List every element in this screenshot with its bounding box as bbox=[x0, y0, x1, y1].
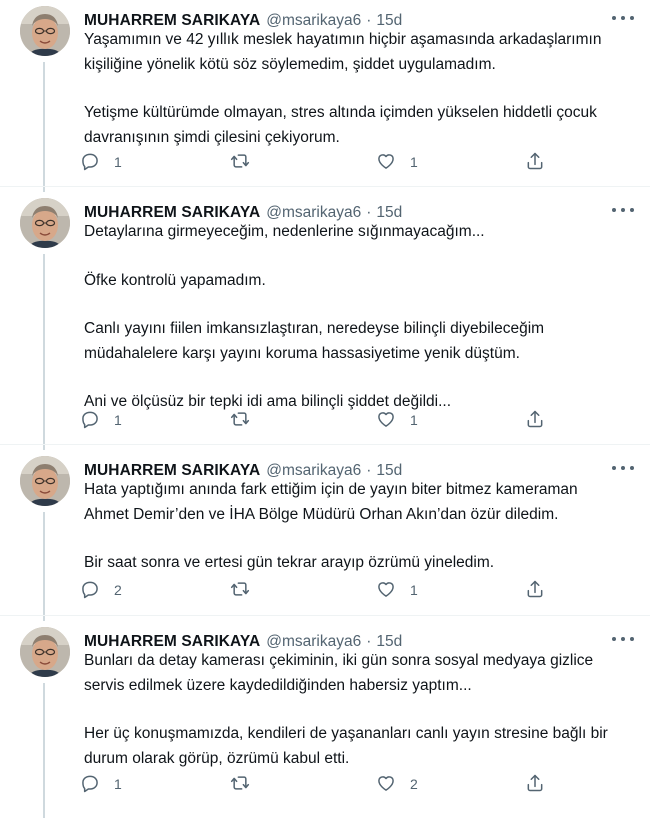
heart-icon bbox=[376, 151, 396, 174]
avatar[interactable] bbox=[20, 456, 70, 506]
tweet[interactable]: MUHARREM SARIKAYA @msarikaya6 · 15d Yaşamımı… bbox=[0, 6, 650, 180]
retweet-button[interactable] bbox=[230, 408, 264, 432]
reply-icon bbox=[80, 409, 100, 432]
tweet-line: durum olarak görüp, özrümü kabul etti. bbox=[84, 749, 350, 767]
tweet-line: Yetişme kültürümde olmayan, stres altınd… bbox=[84, 104, 597, 121]
retweet-button[interactable] bbox=[230, 772, 264, 796]
heart-icon bbox=[376, 773, 396, 796]
tweet-text: Yaşamımın ve 42 yıllık meslek hayatımın … bbox=[84, 28, 630, 150]
retweet-button[interactable] bbox=[230, 578, 264, 602]
share-button[interactable] bbox=[525, 150, 545, 174]
tweet-divider bbox=[0, 444, 650, 445]
tweet-actions: 11 bbox=[80, 408, 550, 432]
tweet-paragraph: Yetişme kültürümde olmayan, stres altınd… bbox=[84, 101, 630, 150]
tweet-line: Ahmet Demir’den ve İHA Bölge Müdürü Orha… bbox=[84, 505, 559, 523]
reply-button[interactable]: 2 bbox=[80, 578, 122, 602]
retweet-icon bbox=[230, 773, 250, 796]
tweet-paragraph: Yaşamımın ve 42 yıllık meslek hayatımın … bbox=[84, 28, 630, 77]
tweet-paragraph: Öfke kontrolü yapamadım. bbox=[84, 269, 630, 294]
tweet-line: Bir saat sonra ve ertesi gün tekrar aray… bbox=[84, 554, 495, 571]
share-icon bbox=[525, 773, 545, 796]
tweet-actions: 21 bbox=[80, 578, 550, 602]
avatar[interactable] bbox=[20, 6, 70, 56]
share-icon bbox=[525, 409, 545, 432]
tweet-paragraph: Hata yaptığımı anında fark ettiğim için … bbox=[84, 478, 630, 527]
tweet-line: Canlı yayını fiilen imkansızlaştıran, ne… bbox=[84, 320, 545, 337]
like-count: 1 bbox=[410, 412, 418, 428]
like-button[interactable]: 1 bbox=[376, 578, 418, 602]
share-button[interactable] bbox=[525, 772, 545, 796]
more-icon[interactable] bbox=[612, 202, 634, 218]
tweet-paragraph: Her üç konuşmamızda, kendileri de yaşana… bbox=[84, 722, 630, 771]
reply-button[interactable]: 1 bbox=[80, 150, 122, 174]
retweet-icon bbox=[230, 579, 250, 602]
tweet-line: kişiliğine yönelik kötü söz söylemedim, … bbox=[84, 55, 496, 73]
tweet-line: müdahalelere karşı yayını koruma hassasi… bbox=[84, 344, 520, 362]
tweet-text: Hata yaptığımı anında fark ettiğim için … bbox=[84, 478, 630, 576]
tweet[interactable]: MUHARREM SARIKAYA @msarikaya6 · 15d Bunları … bbox=[0, 627, 650, 802]
tweet-paragraph: Bir saat sonra ve ertesi gün tekrar aray… bbox=[84, 551, 630, 576]
like-button[interactable]: 1 bbox=[376, 150, 418, 174]
avatar-image bbox=[20, 627, 70, 677]
avatar-image bbox=[20, 456, 70, 506]
retweet-icon bbox=[230, 409, 250, 432]
tweet[interactable]: MUHARREM SARIKAYA @msarikaya6 · 15d Detaylar… bbox=[0, 198, 650, 438]
tweet-line: davranışının şimdi çilesini çekiyorum. bbox=[84, 128, 340, 146]
share-button[interactable] bbox=[525, 408, 545, 432]
reply-count: 1 bbox=[114, 412, 122, 428]
more-icon[interactable] bbox=[612, 460, 634, 476]
reply-button[interactable]: 1 bbox=[80, 772, 122, 796]
share-icon bbox=[525, 579, 545, 602]
tweet-line: Detaylarına girmeyeceğim, nedenlerine sı… bbox=[84, 223, 485, 240]
avatar[interactable] bbox=[20, 627, 70, 677]
reply-count: 1 bbox=[114, 776, 122, 792]
avatar-image bbox=[20, 6, 70, 56]
tweet-actions: 12 bbox=[80, 772, 550, 796]
like-button[interactable]: 2 bbox=[376, 772, 418, 796]
like-button[interactable]: 1 bbox=[376, 408, 418, 432]
reply-icon bbox=[80, 773, 100, 796]
reply-button[interactable]: 1 bbox=[80, 408, 122, 432]
retweet-button[interactable] bbox=[230, 150, 264, 174]
reply-icon bbox=[80, 579, 100, 602]
tweet-line: Hata yaptığımı anında fark ettiğim için … bbox=[84, 481, 578, 498]
tweet[interactable]: MUHARREM SARIKAYA @msarikaya6 · 15d Hata yap… bbox=[0, 456, 650, 608]
avatar[interactable] bbox=[20, 198, 70, 248]
share-button[interactable] bbox=[525, 578, 545, 602]
tweet-actions: 11 bbox=[80, 150, 550, 174]
share-icon bbox=[525, 151, 545, 174]
more-icon[interactable] bbox=[612, 10, 634, 26]
tweet-line: Yaşamımın ve 42 yıllık meslek hayatımın … bbox=[84, 31, 602, 48]
tweet-divider bbox=[0, 186, 650, 187]
tweet-line: servis edilmek üzere kaydedildiğinden ha… bbox=[84, 676, 472, 694]
reply-icon bbox=[80, 151, 100, 174]
avatar-image bbox=[20, 198, 70, 248]
heart-icon bbox=[376, 409, 396, 432]
like-count: 1 bbox=[410, 154, 418, 170]
more-icon[interactable] bbox=[612, 631, 634, 647]
tweet-line: Her üç konuşmamızda, kendileri de yaşana… bbox=[84, 725, 608, 742]
tweet-line: Öfke kontrolü yapamadım. bbox=[84, 271, 266, 289]
reply-count: 2 bbox=[114, 582, 122, 598]
tweet-text: Bunları da detay kamerası çekiminin, iki… bbox=[84, 649, 630, 771]
tweet-text: Detaylarına girmeyeceğim, nedenlerine sı… bbox=[84, 220, 630, 415]
like-count: 2 bbox=[410, 776, 418, 792]
heart-icon bbox=[376, 579, 396, 602]
tweet-line: Bunları da detay kamerası çekiminin, iki… bbox=[84, 652, 594, 669]
tweet-divider bbox=[0, 615, 650, 616]
reply-count: 1 bbox=[114, 154, 122, 170]
retweet-icon bbox=[230, 151, 250, 174]
tweet-paragraph: Bunları da detay kamerası çekiminin, iki… bbox=[84, 649, 630, 698]
tweet-paragraph: Canlı yayını fiilen imkansızlaştıran, ne… bbox=[84, 317, 630, 366]
like-count: 1 bbox=[410, 582, 418, 598]
tweet-paragraph: Detaylarına girmeyeceğim, nedenlerine sı… bbox=[84, 220, 630, 245]
